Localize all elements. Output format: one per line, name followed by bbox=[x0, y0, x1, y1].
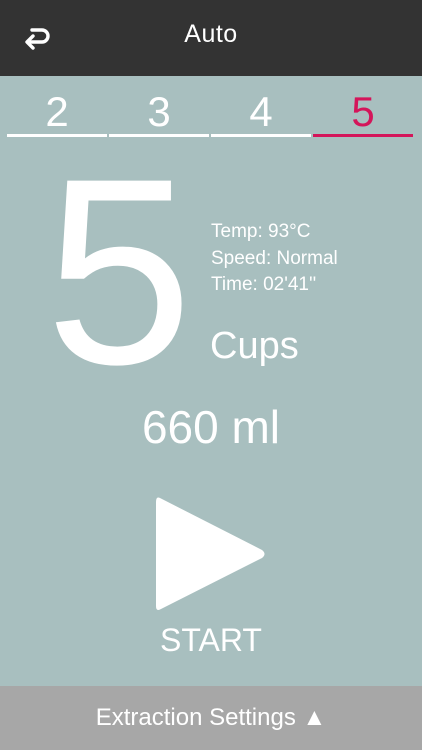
cups-label: Cups bbox=[210, 325, 299, 367]
page-title: Auto bbox=[184, 20, 238, 48]
extraction-settings-button[interactable]: Extraction Settings ▲ bbox=[0, 686, 422, 750]
play-icon bbox=[156, 497, 265, 610]
tab-cups-5[interactable]: 5 bbox=[313, 86, 413, 137]
brew-info: Temp: 93°C Speed: Normal Time: 02'41'' bbox=[211, 219, 338, 299]
time-value: Time: 02'41'' bbox=[211, 274, 317, 295]
start-button[interactable]: START bbox=[140, 490, 282, 670]
speed-value: Speed: Normal bbox=[211, 247, 338, 269]
tab-cups-4[interactable]: 4 bbox=[211, 86, 311, 137]
temp-value: Temp: 93°C bbox=[211, 221, 311, 242]
top-bar: Auto bbox=[0, 0, 422, 76]
volume-value: 660 ml bbox=[141, 401, 281, 453]
cups-number: 5 bbox=[45, 124, 193, 420]
start-label: START bbox=[160, 622, 262, 658]
